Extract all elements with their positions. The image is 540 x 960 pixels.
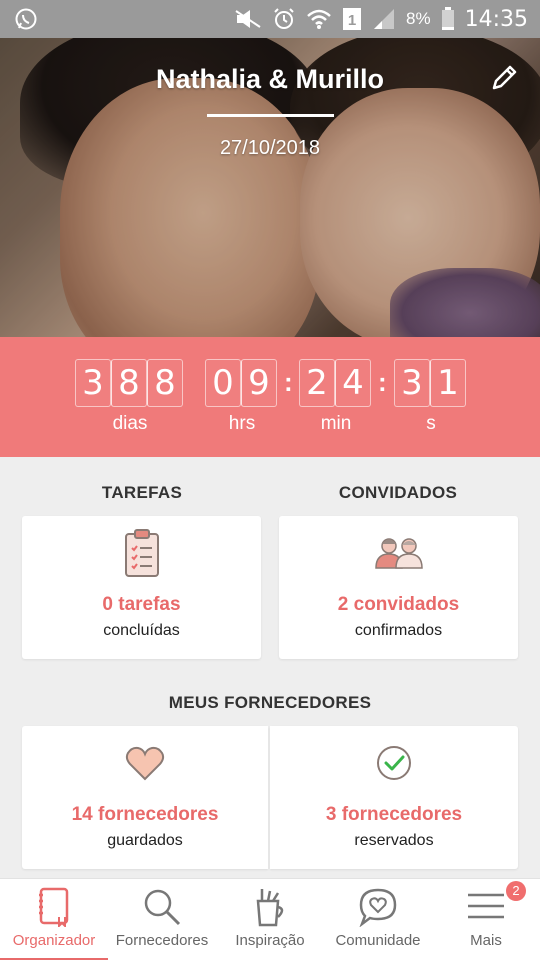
booked-vendors-sub: reservados bbox=[354, 832, 434, 849]
alarm-icon bbox=[274, 8, 294, 29]
svg-text:1: 1 bbox=[348, 12, 356, 29]
clock: 14:35 bbox=[464, 6, 528, 32]
guests-card[interactable]: 2 convidados confirmados bbox=[279, 516, 518, 659]
tasks-title: TAREFAS bbox=[101, 483, 183, 502]
wedding-date: 27/10/2018 bbox=[219, 137, 321, 159]
saved-vendors-sub: guardados bbox=[107, 832, 183, 849]
whatsapp-icon bbox=[15, 8, 37, 30]
minutes-label: min bbox=[320, 413, 352, 434]
community-icon bbox=[359, 888, 397, 927]
nav-inspiracao[interactable]: Inspiração bbox=[216, 879, 324, 960]
countdown-digit: 9 bbox=[241, 359, 277, 407]
vendors-title: MEUS FORNECEDORES bbox=[168, 693, 372, 712]
countdown: 3 8 8 0 9 : 2 4 : 3 1 dias hrs min s bbox=[0, 337, 540, 457]
battery-icon bbox=[441, 7, 454, 30]
booked-vendors-card[interactable]: 3 fornecedores reservados bbox=[270, 726, 518, 869]
countdown-colon: : bbox=[284, 367, 293, 397]
nav-label: Organizador bbox=[12, 932, 96, 949]
countdown-digit: 8 bbox=[147, 359, 183, 407]
menu-icon bbox=[468, 893, 504, 919]
hours-label: hrs bbox=[228, 413, 256, 434]
booked-vendors-count: 3 fornecedores bbox=[325, 804, 463, 825]
nav-label: Mais bbox=[470, 932, 502, 949]
pencil-icon bbox=[492, 65, 517, 90]
saved-vendors-count: 14 fornecedores bbox=[71, 804, 219, 825]
tasks-sub: concluídas bbox=[103, 622, 180, 639]
notification-badge: 2 bbox=[506, 881, 526, 901]
nav-label: Inspiração bbox=[235, 932, 305, 949]
countdown-digit: 1 bbox=[430, 359, 466, 407]
days-label: dias bbox=[112, 413, 148, 434]
nav-label: Fornecedores bbox=[115, 932, 209, 949]
countdown-digit: 3 bbox=[394, 359, 430, 407]
guests-title: CONVIDADOS bbox=[338, 483, 458, 502]
countdown-digit: 8 bbox=[111, 359, 147, 407]
countdown-colon: : bbox=[378, 367, 387, 397]
countdown-hours: 0 9 bbox=[205, 359, 277, 407]
tasks-count: 0 tarefas bbox=[102, 594, 181, 615]
wifi-icon bbox=[307, 9, 331, 29]
guests-count: 2 convidados bbox=[337, 594, 460, 615]
nav-fornecedores[interactable]: Fornecedores bbox=[108, 879, 216, 960]
nav-organizador[interactable]: Organizador bbox=[0, 879, 108, 960]
countdown-seconds: 3 1 bbox=[394, 359, 466, 407]
name-divider bbox=[207, 114, 334, 117]
couple-name: Nathalia & Murillo bbox=[155, 64, 385, 94]
edit-button[interactable] bbox=[488, 62, 520, 94]
nav-mais[interactable]: 2 Mais bbox=[432, 879, 540, 960]
countdown-digit: 3 bbox=[75, 359, 111, 407]
inspiration-icon bbox=[256, 889, 284, 927]
search-icon bbox=[144, 889, 181, 926]
battery-percent: 8% bbox=[406, 9, 431, 28]
check-circle-icon bbox=[377, 746, 411, 780]
countdown-days: 3 8 8 bbox=[75, 359, 183, 407]
countdown-minutes: 2 4 bbox=[299, 359, 371, 407]
heart-icon bbox=[125, 746, 165, 781]
tasks-card[interactable]: 0 tarefas concluídas bbox=[22, 516, 261, 659]
guests-sub: confirmados bbox=[354, 622, 443, 639]
countdown-digit: 4 bbox=[335, 359, 371, 407]
countdown-digit: 0 bbox=[205, 359, 241, 407]
countdown-digit: 2 bbox=[299, 359, 335, 407]
guests-icon bbox=[374, 538, 423, 569]
status-bar: 1 8% 14:35 bbox=[0, 0, 540, 38]
sim-icon: 1 bbox=[343, 8, 362, 30]
planner-icon bbox=[39, 887, 69, 927]
nav-comunidade[interactable]: Comunidade bbox=[324, 879, 432, 960]
clipboard-icon bbox=[124, 529, 159, 577]
seconds-label: s bbox=[426, 413, 436, 434]
mute-icon bbox=[235, 10, 261, 28]
bottom-navigation: Organizador Fornecedores Inspiração Comu… bbox=[0, 878, 540, 960]
saved-vendors-card[interactable]: 14 fornecedores guardados bbox=[22, 726, 268, 869]
nav-label: Comunidade bbox=[335, 932, 421, 949]
signal-icon bbox=[374, 9, 395, 29]
